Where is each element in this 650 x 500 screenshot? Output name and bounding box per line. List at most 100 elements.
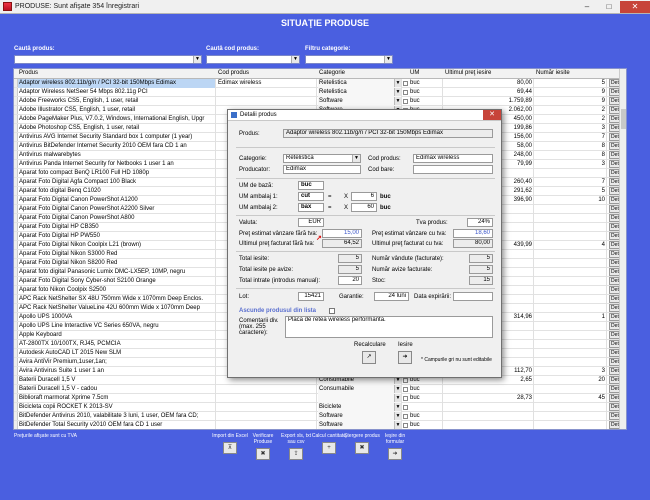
product-search-input[interactable]: ▼ — [14, 55, 202, 64]
chevron-down-icon[interactable]: ▼ — [394, 403, 401, 411]
cell-product[interactable]: Aparat Foto Digital Sony Cyber-shot S210… — [18, 277, 216, 286]
cell-product[interactable]: Adaptor wireless 802.11b/g/n / PCI 32-bi… — [18, 79, 216, 88]
cell-product[interactable]: Aparat Foto Digital Agfa Compact 100 Bla… — [18, 178, 216, 187]
cell-product[interactable]: Aparat Foto Digital Canon PowerShot A800 — [18, 214, 216, 223]
cell-product[interactable]: AT-2800TX 10/100TX, RJ45, PCMCIA — [18, 340, 216, 349]
cell-um[interactable]: buc — [409, 394, 443, 403]
table-row[interactable]: Adaptor wireless 802.11b/g/n / PCI 32-bi… — [14, 79, 626, 88]
cell-category[interactable]: Software▼ — [318, 412, 402, 421]
cell-category[interactable]: Software▼ — [318, 421, 402, 429]
table-row[interactable]: Adaptor Wireless NetSeer 54 Mbps 802.11g… — [14, 88, 626, 97]
cell-category[interactable]: Software▼ — [318, 97, 402, 106]
cell-product[interactable]: Biblioraft marmorat Xprime 7.5cm — [18, 394, 216, 403]
code-field[interactable]: Edimax wireless — [413, 154, 493, 163]
row-checkbox[interactable] — [403, 378, 408, 383]
lot-field[interactable]: 15421 — [298, 292, 324, 301]
pack2-unit-field[interactable]: bax — [298, 203, 324, 212]
total-entries-field[interactable]: 20 — [338, 276, 362, 285]
header-last-price[interactable]: Ultimul preţ iesire — [445, 70, 491, 76]
category-select[interactable]: Retelistica ▼ — [283, 154, 361, 163]
vat-field[interactable]: 24% — [467, 218, 493, 227]
delete-product-button[interactable]: ✖ — [355, 442, 369, 454]
cell-product[interactable]: APC Rack NetShelter ValueLine 42U 600mm … — [18, 304, 216, 313]
cell-product[interactable]: Apple Keyboard — [18, 331, 216, 340]
barcode-field[interactable] — [413, 165, 493, 174]
exit-form-button[interactable]: ➜ — [388, 448, 402, 460]
cell-um[interactable] — [409, 403, 443, 412]
cell-product[interactable]: Aparat foto digital Benq C1020 — [18, 187, 216, 196]
cell-product[interactable]: Aparat Foto Digital Nikon Coolpix L21 (b… — [18, 241, 216, 250]
import-excel-button[interactable]: ⊼ — [223, 442, 237, 454]
export-button[interactable]: ⇪ — [289, 448, 303, 460]
cell-product[interactable]: Aparat Foto Digital Canon PowerShot A120… — [18, 196, 216, 205]
pack1-unit-field[interactable]: cut — [298, 192, 324, 201]
chevron-down-icon[interactable]: ▼ — [193, 56, 201, 63]
cell-category[interactable]: Retelistica ▼ — [318, 88, 402, 97]
row-checkbox[interactable] — [403, 414, 408, 419]
cell-product[interactable]: Antivirus AVG Internet Security Standard… — [18, 133, 216, 142]
cell-product[interactable]: Avira Antivirus Suite 1 user 1 an — [18, 367, 216, 376]
est-price-novat-field[interactable]: 15,00 — [322, 229, 362, 238]
chevron-down-icon[interactable]: ▼ — [394, 421, 401, 429]
cell-um[interactable]: buc — [409, 421, 443, 429]
cell-category[interactable]: Biciclete ▼ — [318, 403, 402, 412]
cell-code[interactable] — [217, 88, 317, 97]
table-row[interactable]: BitDefender Total Security v2010 OEM far… — [14, 421, 626, 429]
pack1-qty-field[interactable]: 6 — [351, 192, 377, 201]
chevron-down-icon[interactable]: ▼ — [394, 79, 401, 87]
dialog-close-button[interactable]: ✕ — [483, 110, 501, 120]
header-um[interactable]: UM — [410, 70, 419, 76]
cell-product[interactable]: Antivirus Panda Internet Security for Ne… — [18, 160, 216, 169]
cell-product[interactable]: Autodesk AutoCAD LT 2015 New SLM — [18, 349, 216, 358]
maximize-button[interactable]: □ — [598, 1, 620, 13]
cell-product[interactable]: Bicicleta copii ROCKET K 2013-SV — [18, 403, 216, 412]
cell-category[interactable]: Retelistica ▼ — [318, 79, 402, 88]
cell-um[interactable]: buc — [409, 88, 443, 97]
cell-product[interactable]: APC Rack NetShelter SX 48U 750mm Wide x … — [18, 295, 216, 304]
chevron-down-icon[interactable]: ▼ — [394, 412, 401, 420]
minimize-button[interactable]: – — [576, 1, 598, 13]
um-base-field[interactable]: buc — [298, 181, 324, 190]
close-window-button[interactable]: ✕ — [620, 0, 650, 13]
cell-product[interactable]: BitDefender Total Security v2010 OEM far… — [18, 421, 216, 429]
cell-product[interactable]: Adobe Illustrator CS5, English, 1 user, … — [18, 106, 216, 115]
cell-code[interactable]: Edimax wireless — [217, 79, 317, 88]
exit-dialog-button[interactable]: ➜ — [398, 351, 412, 364]
cell-product[interactable]: Aparat foto Nikon Coolpix S2500 — [18, 286, 216, 295]
producer-field[interactable]: Edimax — [283, 165, 361, 174]
cell-product[interactable]: Adaptor Wireless NetSeer 54 Mbps 802.11g… — [18, 88, 216, 97]
row-checkbox[interactable] — [403, 387, 408, 392]
expiry-field[interactable] — [453, 292, 493, 301]
recalculate-button[interactable]: ↗ — [362, 351, 376, 364]
cell-product[interactable]: Avira AntiVir Premium,1user,1an; — [18, 358, 216, 367]
cell-product[interactable]: Apollo UPS Line Interactive VC Series 65… — [18, 322, 216, 331]
chevron-down-icon[interactable]: ▼ — [384, 56, 392, 63]
cell-code[interactable] — [217, 394, 317, 403]
cell-product[interactable]: Aparat Foto Digital Nikon S3000 Red — [18, 250, 216, 259]
comments-textarea[interactable]: Placa de retea wireless performanta. — [285, 316, 493, 338]
cell-product[interactable]: Aparat foto digital Panasonic Lumix DMC-… — [18, 268, 216, 277]
cell-product[interactable]: Baterii Duracell 1,5 V — [18, 376, 216, 385]
chevron-down-icon[interactable]: ▼ — [394, 97, 401, 105]
cell-code[interactable] — [217, 412, 317, 421]
cell-product[interactable]: Aparat foto compact BenQ LR100 Full HD 1… — [18, 169, 216, 178]
row-checkbox[interactable] — [403, 396, 408, 401]
category-filter-select[interactable]: ▼ — [305, 55, 393, 64]
cell-um[interactable]: buc — [409, 385, 443, 394]
header-category[interactable]: Categorie — [319, 70, 345, 76]
cell-product[interactable]: Baterii Duracell 1,5 V - cadou — [18, 385, 216, 394]
table-row[interactable]: Biblioraft marmorat Xprime 7.5cm ▼ buc 28,7… — [14, 394, 626, 403]
cell-um[interactable]: buc — [409, 79, 443, 88]
chevron-down-icon[interactable]: ▼ — [394, 385, 401, 393]
chevron-down-icon[interactable]: ▼ — [394, 88, 401, 96]
header-product[interactable]: Produs — [19, 70, 38, 76]
cell-product[interactable]: Adobe PageMaker Plus, V7.0.2, Windows, I… — [18, 115, 216, 124]
table-row[interactable]: Bicicleta copii ROCKET K 2013-SV Biciclet… — [14, 403, 626, 412]
cell-um[interactable]: buc — [409, 412, 443, 421]
table-row[interactable]: BitDefender Antivirus 2010, valabilitate… — [14, 412, 626, 421]
calc-quantity-button[interactable]: + — [322, 442, 336, 454]
table-row[interactable]: Baterii Duracell 1,5 V - cadou Consumabil… — [14, 385, 626, 394]
cell-product[interactable]: Aparat Foto Digital Nikon S8200 Red — [18, 259, 216, 268]
header-sold[interactable]: Număr iesite — [536, 70, 570, 76]
pack2-qty-field[interactable]: 60 — [351, 203, 377, 212]
